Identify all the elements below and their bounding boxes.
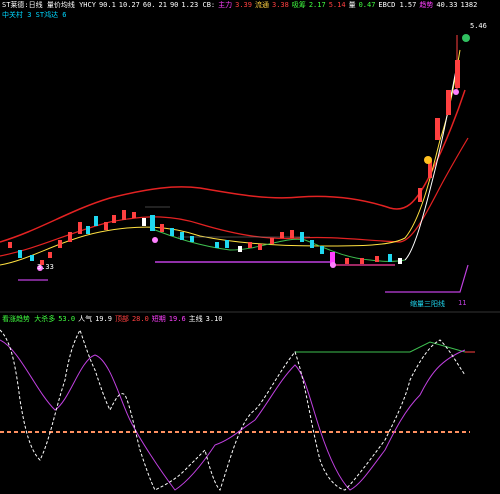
pink-dot-3 bbox=[453, 89, 459, 95]
bottom-tag: 缩量三阳线 bbox=[410, 300, 445, 308]
ind-1: 53.0 bbox=[58, 315, 76, 323]
indicator-green bbox=[295, 341, 466, 353]
chart-stage: ST莱德:日线 量价均线 YHCY 90.1 10.27 60. 21 90 1.23 CB… bbox=[0, 0, 500, 494]
upper-band-red bbox=[0, 89, 466, 243]
ind-0: 看涨趋势 大杀多 bbox=[2, 315, 56, 323]
ind-5: 28.0 bbox=[131, 315, 149, 323]
indicator-magenta bbox=[0, 339, 466, 491]
ind-8: 主线 bbox=[188, 315, 203, 323]
ind-6: 短期 bbox=[151, 315, 166, 323]
indicator-white bbox=[0, 328, 466, 491]
ind-3: 19.9 bbox=[95, 315, 112, 323]
indicator-header: 看涨趋势 大杀多 53.0 人气 19.9 顶部 28.0 短期 19.6 主线 3.10 bbox=[2, 315, 226, 324]
ind-2: 人气 bbox=[78, 315, 93, 323]
price-low-label: 3.33 bbox=[37, 263, 54, 271]
kline-chart[interactable] bbox=[0, 0, 500, 494]
ind-9: 3.10 bbox=[205, 315, 223, 323]
buy-signal-dot bbox=[424, 156, 432, 164]
candles bbox=[8, 35, 460, 266]
pink-dot-2 bbox=[330, 262, 336, 268]
pink-dot-1 bbox=[152, 237, 158, 243]
magenta-bottom bbox=[385, 264, 469, 293]
bottom-value: 11 bbox=[458, 299, 467, 307]
ind-4: 顶部 bbox=[114, 315, 129, 323]
price-high-label: 5.46 bbox=[470, 22, 487, 30]
top-signal-dot bbox=[462, 34, 470, 42]
ind-7: 19.6 bbox=[168, 315, 186, 323]
